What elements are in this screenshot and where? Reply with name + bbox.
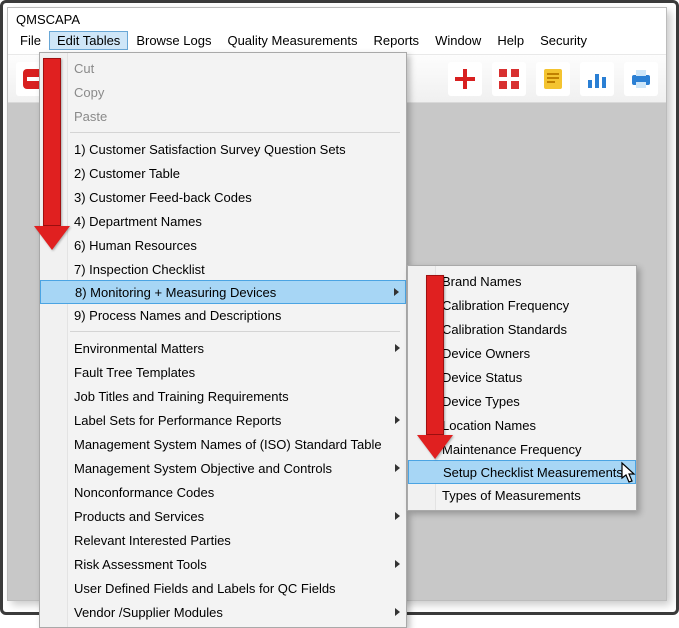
menu-separator: [40, 327, 406, 336]
monitoring-devices-submenu: Brand Names Calibration Frequency Calibr…: [407, 265, 637, 511]
menu-quality-measurements[interactable]: Quality Measurements: [219, 31, 365, 50]
menu-label: Environmental Matters: [74, 341, 204, 356]
menu-objective-controls[interactable]: Management System Objective and Controls: [40, 456, 406, 480]
menu-label: Fault Tree Templates: [74, 365, 195, 380]
submenu-arrow-icon: [395, 344, 400, 352]
menu-label: Calibration Frequency: [442, 298, 569, 313]
menu-iso-standard-table[interactable]: Management System Names of (ISO) Standar…: [40, 432, 406, 456]
menu-label: Cut: [74, 61, 94, 76]
submenu-types-of-measurements[interactable]: Types of Measurements: [408, 483, 636, 507]
menu-label: Device Types: [442, 394, 520, 409]
menu-paste: Paste: [40, 104, 406, 128]
bar-chart-icon: [584, 66, 610, 92]
submenu-calibration-frequency[interactable]: Calibration Frequency: [408, 293, 636, 317]
toolbar-grid-button[interactable]: [492, 62, 526, 96]
menu-copy: Copy: [40, 80, 406, 104]
menu-help[interactable]: Help: [489, 31, 532, 50]
menu-label: Setup Checklist Measurements: [443, 465, 623, 480]
menu-label: 2) Customer Table: [74, 166, 180, 181]
submenu-calibration-standards[interactable]: Calibration Standards: [408, 317, 636, 341]
submenu-maintenance-frequency[interactable]: Maintenance Frequency: [408, 437, 636, 461]
menu-label: Management System Objective and Controls: [74, 461, 332, 476]
menu-label: Job Titles and Training Requirements: [74, 389, 289, 404]
menu-edit-tables[interactable]: Edit Tables: [49, 31, 128, 50]
submenu-arrow-icon: [395, 512, 400, 520]
menu-products-services[interactable]: Products and Services: [40, 504, 406, 528]
submenu-arrow-icon: [394, 288, 399, 296]
submenu-device-owners[interactable]: Device Owners: [408, 341, 636, 365]
window-title: QMSCAPA: [16, 12, 80, 27]
menu-monitoring-measuring-devices[interactable]: 8) Monitoring + Measuring Devices: [40, 280, 406, 304]
menu-nonconformance-codes[interactable]: Nonconformance Codes: [40, 480, 406, 504]
menu-vendor-supplier-modules[interactable]: Vendor /Supplier Modules: [40, 600, 406, 624]
menu-human-resources[interactable]: 6) Human Resources: [40, 233, 406, 257]
menu-label: Management System Names of (ISO) Standar…: [74, 437, 382, 452]
menu-browse-logs[interactable]: Browse Logs: [128, 31, 219, 50]
notes-icon: [540, 66, 566, 92]
toolbar-bars-button[interactable]: [580, 62, 614, 96]
submenu-brand-names[interactable]: Brand Names: [408, 269, 636, 293]
menu-label: Device Owners: [442, 346, 530, 361]
submenu-arrow-icon: [395, 560, 400, 568]
menu-label: Risk Assessment Tools: [74, 557, 207, 572]
menu-process-names[interactable]: 9) Process Names and Descriptions: [40, 303, 406, 327]
menu-label: Copy: [74, 85, 104, 100]
menu-risk-assessment-tools[interactable]: Risk Assessment Tools: [40, 552, 406, 576]
plus-icon: [452, 66, 478, 92]
title-bar: QMSCAPA: [8, 8, 666, 29]
menu-window[interactable]: Window: [427, 31, 489, 50]
menu-label: 8) Monitoring + Measuring Devices: [75, 285, 276, 300]
menu-department-names[interactable]: 4) Department Names: [40, 209, 406, 233]
menu-label: Types of Measurements: [442, 488, 581, 503]
menu-label: Vendor /Supplier Modules: [74, 605, 223, 620]
menu-environmental-matters[interactable]: Environmental Matters: [40, 336, 406, 360]
toolbar-notes-button[interactable]: [536, 62, 570, 96]
menu-label: 4) Department Names: [74, 214, 202, 229]
menu-separator: [40, 128, 406, 137]
menu-file[interactable]: File: [12, 31, 49, 50]
menu-label: 1) Customer Satisfaction Survey Question…: [74, 142, 346, 157]
menu-job-titles-training[interactable]: Job Titles and Training Requirements: [40, 384, 406, 408]
menu-fault-tree-templates[interactable]: Fault Tree Templates: [40, 360, 406, 384]
submenu-device-types[interactable]: Device Types: [408, 389, 636, 413]
menu-customer-table[interactable]: 2) Customer Table: [40, 161, 406, 185]
menu-reports[interactable]: Reports: [366, 31, 428, 50]
menu-label: 9) Process Names and Descriptions: [74, 308, 281, 323]
submenu-arrow-icon: [395, 416, 400, 424]
menu-label: Device Status: [442, 370, 522, 385]
menu-label: 7) Inspection Checklist: [74, 262, 205, 277]
menu-label: Label Sets for Performance Reports: [74, 413, 281, 428]
menu-label: Relevant Interested Parties: [74, 533, 231, 548]
submenu-arrow-icon: [395, 464, 400, 472]
submenu-device-status[interactable]: Device Status: [408, 365, 636, 389]
edit-tables-dropdown: Cut Copy Paste 1) Customer Satisfaction …: [39, 52, 407, 628]
toolbar-printer-button[interactable]: [624, 62, 658, 96]
menu-interested-parties[interactable]: Relevant Interested Parties: [40, 528, 406, 552]
menu-customer-feedback-codes[interactable]: 3) Customer Feed-back Codes: [40, 185, 406, 209]
menu-label: Nonconformance Codes: [74, 485, 214, 500]
menu-label: User Defined Fields and Labels for QC Fi…: [74, 581, 336, 596]
menu-label: Products and Services: [74, 509, 204, 524]
menu-customer-satisfaction[interactable]: 1) Customer Satisfaction Survey Question…: [40, 137, 406, 161]
submenu-setup-checklist-measurements[interactable]: Setup Checklist Measurements: [408, 460, 636, 484]
toolbar-plus-button[interactable]: [448, 62, 482, 96]
printer-icon: [628, 66, 654, 92]
menu-label: Location Names: [442, 418, 536, 433]
menu-label: 6) Human Resources: [74, 238, 197, 253]
menu-label: Paste: [74, 109, 107, 124]
menu-label: Maintenance Frequency: [442, 442, 581, 457]
menu-label: Brand Names: [442, 274, 521, 289]
menu-inspection-checklist[interactable]: 7) Inspection Checklist: [40, 257, 406, 281]
menu-security[interactable]: Security: [532, 31, 595, 50]
menu-user-defined-fields[interactable]: User Defined Fields and Labels for QC Fi…: [40, 576, 406, 600]
menu-label-sets-performance[interactable]: Label Sets for Performance Reports: [40, 408, 406, 432]
submenu-location-names[interactable]: Location Names: [408, 413, 636, 437]
menu-cut: Cut: [40, 56, 406, 80]
menu-label: Calibration Standards: [442, 322, 567, 337]
grid-icon: [496, 66, 522, 92]
menu-label: 3) Customer Feed-back Codes: [74, 190, 252, 205]
